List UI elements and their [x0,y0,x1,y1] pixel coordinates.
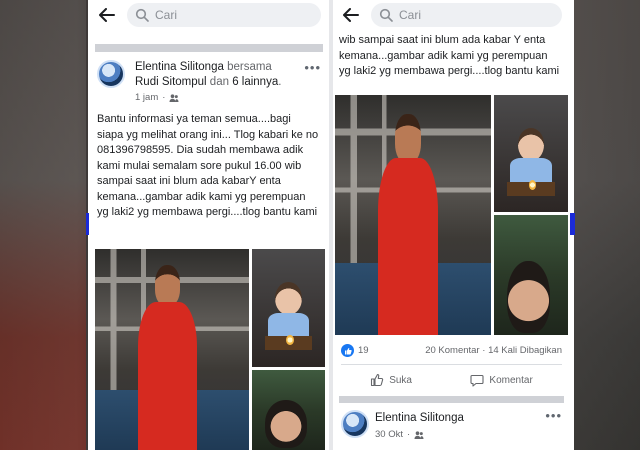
like-reaction-icon [341,344,354,357]
others-link[interactable]: 6 lainnya [232,76,278,88]
search-placeholder: Cari [155,8,178,22]
with-word: bersama [227,61,272,73]
like-label: Suka [389,374,412,386]
post-photo-child[interactable] [252,249,325,367]
top-bar: Cari [333,0,570,30]
friends-icon [414,430,424,439]
post-header: Elentina Silitonga bersama Rudi Sitompul… [95,58,323,108]
comment-button[interactable]: Komentar [470,373,533,387]
post-meta: 30 Okt · [375,429,424,440]
post-photo-main[interactable] [335,95,491,335]
post-stats: 19 20 Komentar · 14 Kali Dibagikan [341,344,562,357]
next-post: Elentina Silitonga 30 Okt · ••• [333,396,570,450]
post-time[interactable]: 1 jam [135,92,158,103]
post-photo-woman[interactable] [494,215,568,335]
more-options-icon[interactable]: ••• [545,408,562,423]
friends-icon [169,93,179,102]
feed-separator [95,44,323,52]
post-author-line: Elentina Silitonga bersama Rudi Sitompul… [135,61,282,88]
like-button[interactable]: Suka [370,373,412,387]
share-count: 14 Kali Dibagikan [488,345,562,356]
author-name[interactable]: Elentina Silitonga [135,61,224,73]
search-icon [135,8,149,22]
top-bar: Cari [89,0,329,30]
stats-separator: · [482,345,486,356]
post-photo-woman[interactable] [252,370,325,450]
post-actions: Suka Komentar [341,367,562,393]
comment-share-counts[interactable]: 20 Komentar · 14 Kali Dibagikan [425,345,562,356]
blurred-background-left [0,0,86,450]
avatar[interactable] [97,60,125,88]
meta-separator: · [162,92,166,103]
author-name[interactable]: Elentina Silitonga [375,412,464,424]
post-meta: 1 jam · [135,92,179,103]
right-screenshot-panel: Cari wib sampai saat ini blum ada kabar … [333,0,570,450]
tagged-name[interactable]: Rudi Sitompul [135,76,207,88]
and-word: dan [209,76,229,88]
search-placeholder: Cari [399,8,422,22]
comment-icon [470,374,484,387]
search-input[interactable]: Cari [371,3,562,27]
post-time[interactable]: 30 Okt [375,429,403,440]
actions-divider [341,364,562,365]
back-arrow-icon[interactable] [95,3,119,27]
left-screenshot-panel: Cari Elentina Silitonga bersama Rudi Sit… [89,0,329,450]
post-text-continued: wib sampai saat ini blum ada kabar Y ent… [339,34,560,77]
search-input[interactable]: Cari [127,3,321,27]
reaction-count[interactable]: 19 [358,345,369,356]
comment-count: 20 Komentar [425,345,480,356]
search-icon [379,8,393,22]
feed-separator [339,396,564,403]
avatar[interactable] [341,410,369,438]
post-photo-child[interactable] [494,95,568,212]
meta-separator: · [407,429,411,440]
thumbs-up-icon [371,373,384,387]
comment-label: Komentar [489,374,533,386]
back-arrow-icon[interactable] [339,3,363,27]
post-text: Bantu informasi ya teman semua....bagi s… [97,113,319,218]
more-options-icon[interactable]: ••• [304,60,321,75]
post-photo-main[interactable] [95,249,249,450]
frame-marker-right [570,213,575,235]
